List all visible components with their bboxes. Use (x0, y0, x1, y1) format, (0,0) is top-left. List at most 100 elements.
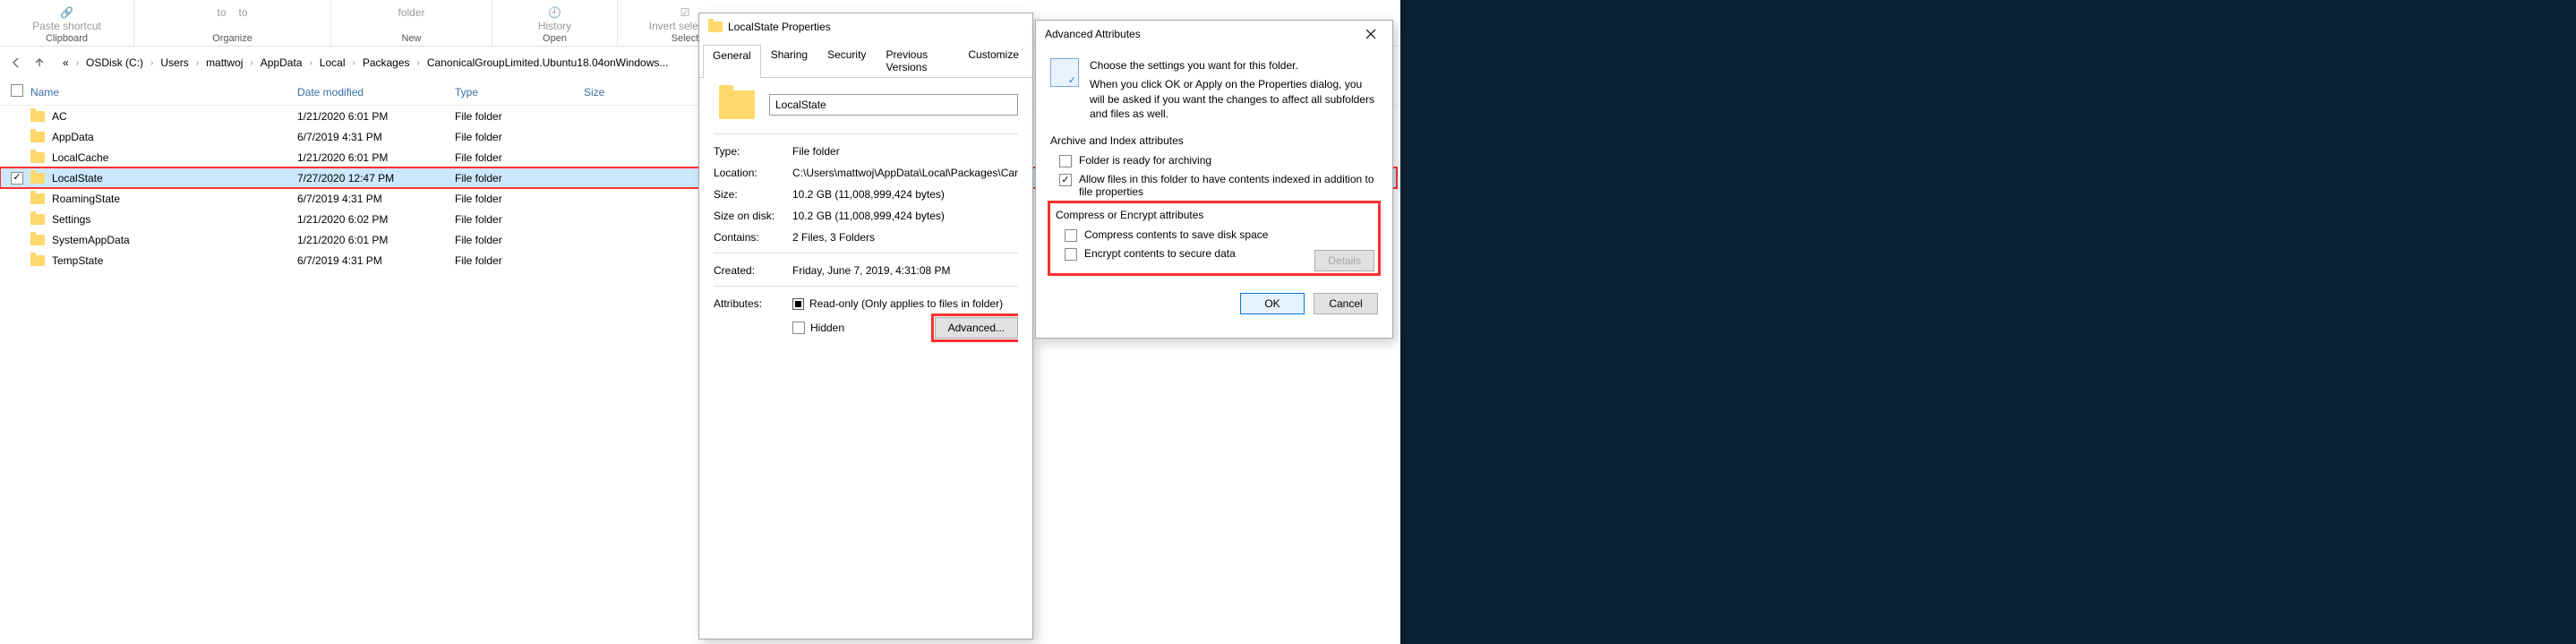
folder-icon (30, 193, 45, 204)
size-on-disk-label: Size on disk: (714, 210, 792, 222)
copy-to-button[interactable]: to (239, 6, 248, 19)
ribbon-group-open: Open (543, 33, 567, 44)
paste-shortcut-button[interactable]: 🔗 Paste shortcut (32, 6, 101, 32)
column-name[interactable]: Name (30, 86, 297, 99)
column-type[interactable]: Type (455, 86, 584, 99)
column-date-modified[interactable]: Date modified (297, 86, 455, 99)
created-value: Friday, June 7, 2019, 4:31:08 PM (792, 264, 1018, 277)
encrypt-checkbox[interactable] (1065, 248, 1077, 261)
back-button[interactable] (7, 54, 25, 72)
item-type: File folder (455, 172, 584, 185)
column-size[interactable]: Size (584, 86, 673, 99)
date-modified: 6/7/2019 4:31 PM (297, 193, 455, 205)
breadcrumb-item[interactable]: Users (157, 55, 192, 71)
chevron-right-icon: › (76, 58, 79, 68)
folder-icon (30, 235, 45, 245)
tab-general[interactable]: General (703, 45, 761, 78)
advanced-intro-2: When you click OK or Apply on the Proper… (1090, 77, 1378, 122)
date-modified: 1/21/2020 6:01 PM (297, 234, 455, 246)
attributes-icon (1050, 58, 1079, 87)
tab-sharing[interactable]: Sharing (761, 44, 817, 77)
item-type: File folder (455, 193, 584, 205)
date-modified: 6/7/2019 4:31 PM (297, 131, 455, 143)
row-checkbox[interactable] (11, 172, 23, 185)
folder-icon (30, 152, 45, 163)
chevron-right-icon: › (417, 58, 420, 68)
chevron-right-icon: › (352, 58, 355, 68)
tab-customize[interactable]: Customize (958, 44, 1029, 77)
advanced-intro-1: Choose the settings you want for this fo… (1090, 58, 1378, 73)
created-label: Created: (714, 264, 792, 277)
close-icon (1365, 29, 1376, 39)
folder-icon (30, 214, 45, 225)
breadcrumb-item[interactable]: mattwoj (202, 55, 246, 71)
size-on-disk-value: 10.2 GB (11,008,999,424 bytes) (792, 210, 1018, 222)
paste-shortcut-label: Paste shortcut (32, 20, 101, 32)
breadcrumb-item[interactable]: Packages (359, 55, 414, 71)
encrypt-group-label: Compress or Encrypt attributes (1056, 209, 1373, 221)
readonly-checkbox[interactable] (792, 298, 804, 310)
cancel-button[interactable]: Cancel (1314, 293, 1378, 314)
compress-label: Compress contents to save disk space (1084, 228, 1268, 241)
history-button[interactable]: 🕘 History (538, 6, 571, 32)
compress-checkbox[interactable] (1065, 229, 1077, 242)
advanced-attributes-dialog: Advanced Attributes Choose the settings … (1035, 20, 1393, 339)
properties-title-bar[interactable]: LocalState Properties (699, 13, 1032, 40)
advanced-button[interactable]: Advanced... (935, 317, 1018, 339)
folder-name: RoamingState (52, 193, 120, 205)
breadcrumb-item[interactable]: AppData (257, 55, 306, 71)
breadcrumb-item[interactable]: Local (316, 55, 349, 71)
item-type: File folder (455, 110, 584, 123)
ribbon-group-select: Select (672, 33, 699, 44)
ribbon-group-organize: Organize (212, 33, 252, 44)
item-type: File folder (455, 213, 584, 226)
close-button[interactable] (1358, 25, 1383, 43)
details-button[interactable]: Details (1314, 250, 1374, 271)
ok-button[interactable]: OK (1240, 293, 1305, 314)
up-button[interactable] (30, 54, 48, 72)
folder-name-input[interactable] (769, 94, 1018, 116)
encrypt-label: Encrypt contents to secure data (1084, 247, 1236, 260)
paste-shortcut-icon: 🔗 (60, 6, 73, 19)
folder-name: AC (52, 110, 67, 123)
item-type: File folder (455, 254, 584, 267)
folder-icon (719, 90, 755, 119)
folder-name: TempState (52, 254, 103, 267)
item-type: File folder (455, 234, 584, 246)
invert-selection-icon: ☑ (680, 6, 690, 19)
folder-name: LocalState (52, 172, 103, 185)
readonly-label: Read-only (Only applies to files in fold… (809, 297, 1003, 310)
hidden-checkbox[interactable] (792, 322, 805, 334)
arrow-up-icon (33, 56, 46, 69)
select-all-checkbox[interactable] (11, 84, 23, 97)
archive-group-label: Archive and Index attributes (1050, 134, 1378, 147)
properties-title: LocalState Properties (728, 21, 831, 33)
index-label: Allow files in this folder to have conte… (1079, 173, 1378, 198)
folder-name: Settings (52, 213, 90, 226)
folder-name: SystemAppData (52, 234, 130, 246)
advanced-title: Advanced Attributes (1045, 28, 1141, 40)
folder-icon (30, 173, 45, 184)
breadcrumb-item[interactable]: « (59, 55, 73, 71)
chevron-left-icon (10, 56, 22, 69)
move-to-button[interactable]: to (217, 6, 226, 19)
folder-name: LocalCache (52, 151, 108, 164)
background-panel (1400, 0, 2576, 644)
type-label: Type: (714, 145, 792, 158)
index-checkbox[interactable] (1059, 174, 1072, 186)
breadcrumb-item[interactable]: OSDisk (C:) (82, 55, 147, 71)
size-label: Size: (714, 188, 792, 201)
breadcrumb-item[interactable]: CanonicalGroupLimited.Ubuntu18.04onWindo… (424, 55, 672, 71)
location-label: Location: (714, 167, 792, 179)
ribbon-group-clipboard: Clipboard (46, 33, 88, 44)
chevron-right-icon: › (196, 58, 199, 68)
item-type: File folder (455, 131, 584, 143)
ribbon-group-new: New (401, 33, 421, 44)
new-folder-button[interactable]: folder (398, 6, 424, 19)
history-icon: 🕘 (548, 6, 561, 19)
tab-security[interactable]: Security (817, 44, 876, 77)
tab-previous-versions[interactable]: Previous Versions (876, 44, 958, 77)
contains-label: Contains: (714, 231, 792, 244)
archive-ready-checkbox[interactable] (1059, 155, 1072, 167)
date-modified: 6/7/2019 4:31 PM (297, 254, 455, 267)
